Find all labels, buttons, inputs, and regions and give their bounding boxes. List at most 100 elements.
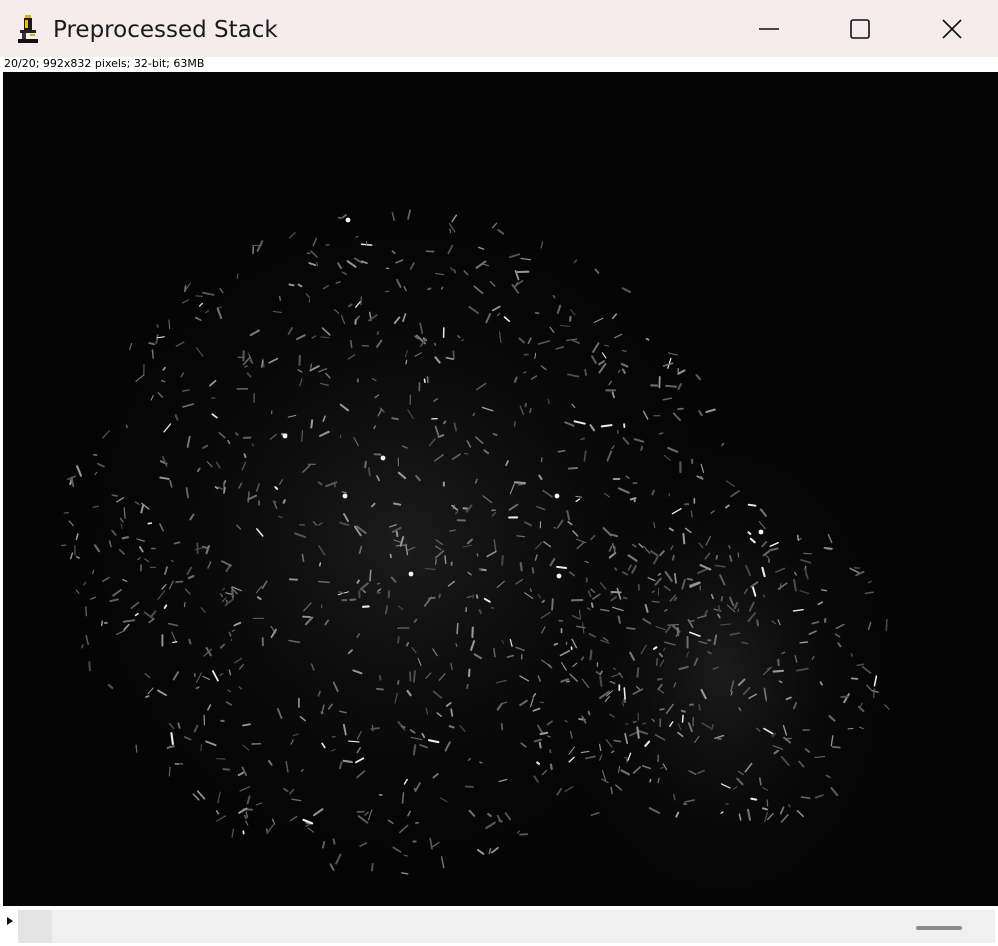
- particle-mark: [177, 722, 181, 729]
- particle-mark: [337, 216, 342, 220]
- particle-mark: [367, 467, 371, 477]
- particle-mark: [412, 670, 416, 683]
- particle-mark: [364, 460, 367, 469]
- particle-mark: [850, 677, 859, 680]
- particle-mark: [234, 432, 239, 436]
- particle-mark: [378, 675, 382, 681]
- particle-mark: [385, 267, 390, 270]
- particle-mark: [170, 560, 174, 562]
- image-info-bar: 20/20; 992x832 pixels; 32-bit; 63MB: [0, 57, 998, 72]
- particle-mark: [145, 695, 150, 698]
- particle-mark: [758, 777, 762, 786]
- particle-mark: [617, 369, 621, 374]
- particle-mark: [405, 359, 408, 365]
- particle-mark: [690, 510, 693, 518]
- bright-spot: [380, 455, 386, 461]
- particle-mark: [600, 424, 613, 428]
- particle-mark: [761, 807, 768, 811]
- particle-mark: [556, 565, 568, 569]
- particle-mark: [501, 555, 504, 566]
- particle-mark: [455, 643, 458, 647]
- particle-mark: [236, 273, 239, 279]
- particle-mark: [632, 721, 637, 723]
- particle-mark: [195, 295, 203, 298]
- particle-mark: [332, 838, 336, 845]
- particle-mark: [611, 391, 615, 399]
- particle-mark: [737, 608, 740, 612]
- particle-mark: [244, 365, 248, 368]
- particle-mark: [444, 555, 447, 565]
- slice-scroll-thumb[interactable]: [18, 910, 52, 943]
- particle-mark: [536, 761, 540, 765]
- close-icon: [942, 18, 962, 39]
- particle-mark: [223, 480, 227, 485]
- particle-mark: [747, 503, 757, 507]
- play-icon[interactable]: [4, 911, 16, 931]
- image-canvas[interactable]: [3, 72, 998, 906]
- particle-mark: [222, 768, 231, 771]
- bright-spot: [758, 529, 764, 535]
- particle-mark: [796, 534, 800, 541]
- particle-mark: [640, 445, 644, 451]
- particle-mark: [297, 283, 303, 288]
- particle-mark: [230, 638, 233, 642]
- particle-mark: [657, 777, 660, 784]
- particle-mark: [151, 349, 154, 359]
- slice-scrollbar[interactable]: [18, 910, 995, 943]
- particle-mark: [449, 228, 452, 234]
- particle-mark: [552, 294, 556, 299]
- particle-mark: [183, 601, 186, 608]
- particle-mark: [529, 588, 532, 592]
- particle-mark: [282, 499, 286, 504]
- particle-mark: [125, 424, 128, 429]
- particle-mark: [376, 582, 381, 585]
- particle-mark: [590, 602, 594, 608]
- particle-mark: [850, 653, 854, 657]
- particle-mark: [274, 486, 279, 490]
- particle-mark: [376, 330, 380, 336]
- particle-mark: [472, 412, 476, 417]
- particle-mark: [227, 439, 231, 445]
- particle-mark: [557, 449, 566, 453]
- particle-mark: [466, 683, 469, 689]
- particle-mark: [522, 371, 527, 374]
- bright-spot: [556, 573, 562, 579]
- particle-mark: [389, 553, 392, 559]
- particle-mark: [476, 553, 479, 557]
- bright-spot: [282, 433, 288, 439]
- particle-mark: [453, 268, 457, 274]
- particle-mark: [698, 704, 701, 712]
- particle-mark: [173, 541, 181, 545]
- particle-mark: [665, 384, 677, 388]
- particle-mark: [657, 572, 662, 576]
- particle-mark: [397, 679, 400, 685]
- particle-mark: [513, 481, 527, 485]
- bright-spot: [408, 571, 414, 577]
- particle-mark: [100, 620, 104, 627]
- particle-mark: [587, 710, 591, 716]
- particle-mark: [623, 699, 626, 703]
- particle-mark: [621, 349, 627, 352]
- particle-mark: [111, 494, 118, 497]
- particle-mark: [580, 437, 585, 441]
- close-button[interactable]: [906, 0, 998, 57]
- particle-mark: [347, 303, 353, 308]
- title-bar[interactable]: Preprocessed Stack: [0, 0, 998, 57]
- particle-mark: [589, 649, 593, 661]
- particle-mark: [541, 599, 545, 604]
- microscope-icon: [16, 14, 40, 44]
- particle-mark: [463, 452, 469, 455]
- particle-mark: [175, 580, 184, 584]
- particle-mark: [658, 432, 664, 435]
- maximize-button[interactable]: [814, 0, 906, 57]
- particle-mark: [478, 609, 483, 615]
- minimize-button[interactable]: [723, 0, 815, 57]
- particle-mark: [700, 475, 704, 480]
- image-info-text: 20/20; 992x832 pixels; 32-bit; 63MB: [4, 57, 205, 70]
- particle-mark: [350, 339, 353, 349]
- minimize-icon: [759, 27, 779, 30]
- slice-scroll-handle[interactable]: [916, 926, 962, 930]
- particle-mark: [479, 761, 483, 764]
- particle-mark: [200, 743, 202, 752]
- particle-mark: [671, 554, 675, 561]
